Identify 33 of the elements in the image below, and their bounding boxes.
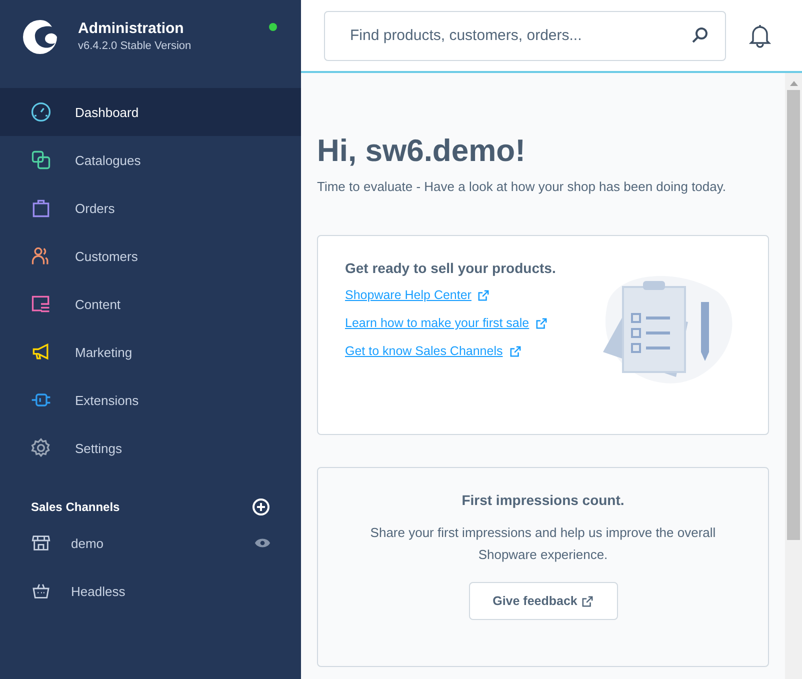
external-link-icon: [510, 346, 521, 356]
nav-item[interactable]: Catalogues: [0, 136, 301, 184]
greeting-title: Hi, sw6.demo!: [317, 133, 526, 169]
nav-item[interactable]: Dashboard: [0, 88, 301, 136]
add-icon[interactable]: [252, 498, 270, 516]
nav-item[interactable]: Marketing: [0, 328, 301, 376]
shop-icon: [31, 533, 51, 553]
sales-channel-item[interactable]: demo: [0, 519, 301, 567]
search-field[interactable]: Find products, customers, orders...: [324, 10, 726, 60]
scrollbar[interactable]: [785, 73, 802, 679]
basket-icon: [31, 581, 51, 601]
eye-icon[interactable]: [254, 537, 271, 549]
scroll-thumb[interactable]: [787, 90, 800, 540]
greeting-subtitle: Time to evaluate - Have a look at how your shop has been doing today.: [317, 179, 728, 194]
section-title: Sales Channels: [31, 500, 120, 514]
nav-item[interactable]: Content: [0, 280, 301, 328]
card-text: Share your first impressions and help us improve the overall Shopware experience.: [369, 524, 717, 564]
nav-item[interactable]: Settings: [0, 424, 301, 472]
nav-item[interactable]: Orders: [0, 184, 301, 232]
search-icon[interactable]: [691, 26, 709, 44]
nav-item[interactable]: Customers: [0, 232, 301, 280]
nav-item[interactable]: Extensions: [0, 376, 301, 424]
external-link-icon: [536, 318, 548, 328]
version-label: v6.4.2.0 Stable Version: [78, 40, 192, 52]
notification-icon[interactable]: [749, 24, 771, 48]
card-title: Get ready to sell your products.: [345, 260, 556, 276]
app-title: Administration: [78, 20, 185, 37]
feedback-button[interactable]: Give feedback: [468, 582, 618, 620]
sales-channel-item[interactable]: Headless: [0, 567, 301, 615]
external-link-icon: [582, 596, 594, 606]
card-title: First impressions count.: [460, 492, 626, 508]
external-link-icon: [478, 290, 490, 300]
logo-icon: [22, 19, 58, 55]
